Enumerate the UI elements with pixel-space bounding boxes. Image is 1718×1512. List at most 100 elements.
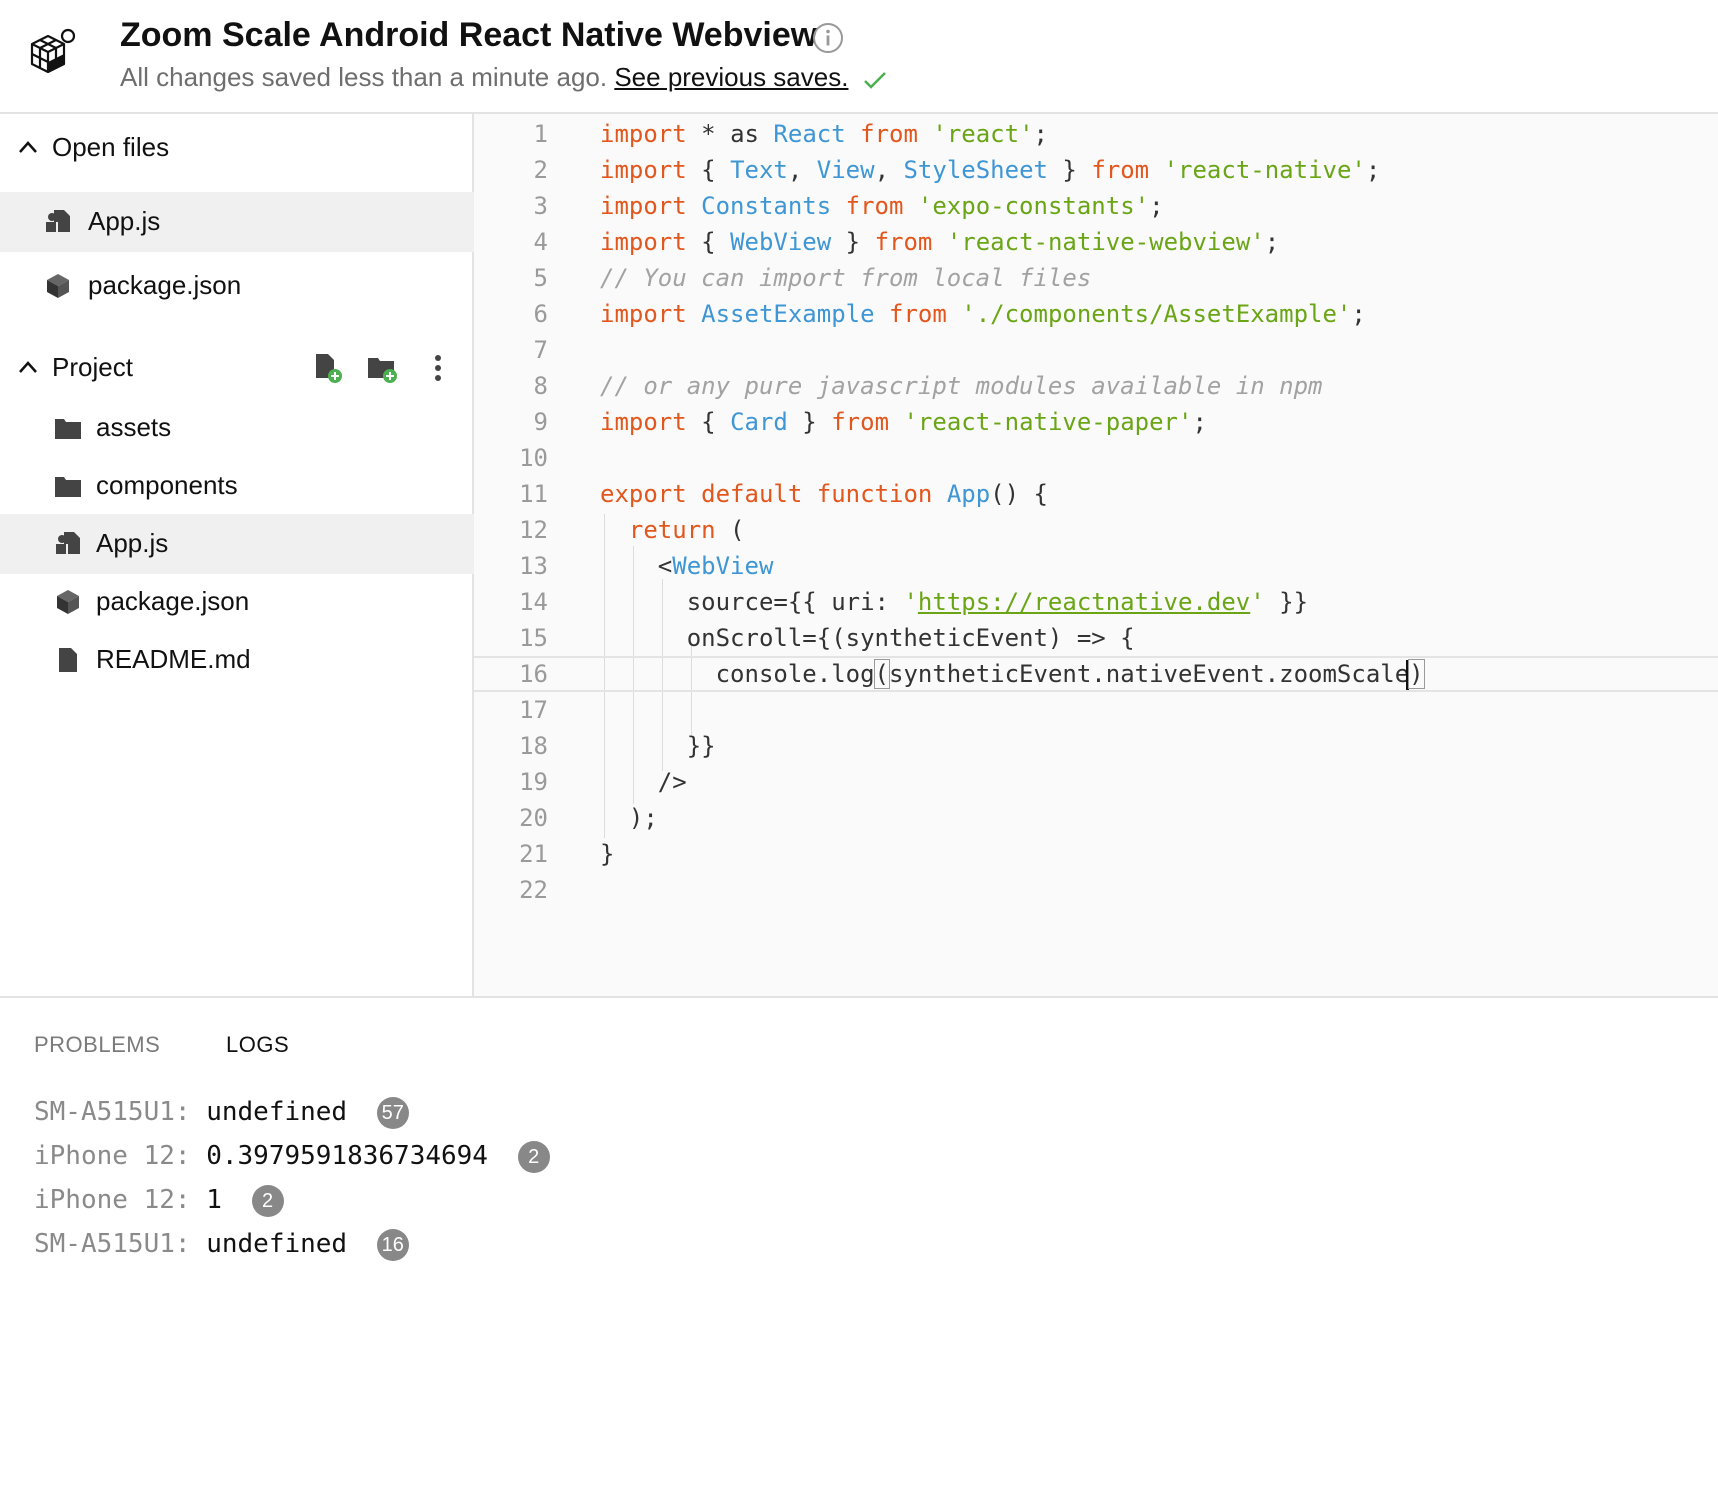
log-device: SM-A515U1: [34,1229,191,1259]
code-token: React [773,120,846,148]
snack-logo-icon[interactable] [24,26,80,82]
code-text: import { Text, View, StyleSheet } from '… [600,152,1380,188]
code-line[interactable]: 2 import { Text, View, StyleSheet } from … [474,152,1718,188]
log-value: 1 [206,1185,222,1215]
line-number: 12 [519,516,548,544]
line-number: 4 [533,228,548,256]
code-line[interactable]: 18 }} [474,728,1718,764]
code-token: ) [1408,659,1425,689]
code-token: View [816,156,875,184]
package-icon [47,274,69,298]
page-title: Zoom Scale Android React Native Webview [120,16,818,54]
code-token: WebView [672,552,774,580]
tree-item-components[interactable]: components [0,456,474,516]
code-token: } [831,228,875,256]
previous-saves-link[interactable]: See previous saves. [614,62,848,92]
tree-item-label: assets [96,412,172,442]
code-line[interactable]: 1 import * as React from 'react'; [474,116,1718,152]
log-count-badge: 2 [251,1184,284,1217]
tree-item-package-json[interactable]: package.json [0,572,474,632]
new-folder-icon[interactable] [366,352,398,384]
code-line[interactable]: 17 [474,692,1718,728]
code-line[interactable]: 11 export default function App() { [474,476,1718,512]
code-text: }} [600,728,716,764]
code-line[interactable]: 12 return ( [474,512,1718,548]
code-token: import [600,408,687,436]
code-token: ; [1264,228,1280,256]
tab-logs[interactable]: LOGS [226,1032,289,1058]
line-number: 9 [533,408,548,436]
code-line[interactable]: 19 /> [474,764,1718,800]
code-token: source={{ uri: [600,588,904,616]
code-line[interactable]: 13 <WebView [474,548,1718,584]
code-text: <WebView [600,548,774,584]
open-file-item-app-js[interactable]: App.js [0,192,474,252]
log-device: iPhone 12: [34,1185,191,1215]
app-header: Zoom Scale Android React Native Webview … [0,0,1718,114]
code-token: App [946,480,991,508]
code-token: } [1047,156,1092,184]
code-token: , [787,156,817,184]
save-status: All changes saved less than a minute ago… [120,62,888,93]
code-token: ' [1250,588,1265,616]
code-token: /> [600,768,687,796]
code-token: 'react-native-webview' [946,228,1265,256]
code-line[interactable]: 21} [474,836,1718,872]
line-number: 3 [533,192,548,220]
code-line[interactable]: 6 import AssetExample from './components/… [474,296,1718,332]
line-number: 15 [519,624,548,652]
code-line[interactable]: 14 source={{ uri: 'https://reactnative.d… [474,584,1718,620]
code-token: WebView [730,228,832,256]
line-number: 18 [519,732,548,760]
code-token: from [874,228,933,256]
code-line[interactable]: 5 // You can import from local files [474,260,1718,296]
package-icon [57,590,79,614]
code-text: source={{ uri: 'https://reactnative.dev'… [600,584,1308,620]
code-text: // You can import from local files [600,260,1091,296]
code-line[interactable]: 22 [474,872,1718,908]
line-number: 7 [533,336,548,364]
code-line[interactable]: 16 console.log(syntheticEvent.nativeEven… [474,656,1718,692]
code-token: { [686,228,731,256]
code-token: ; [1033,120,1048,148]
tab-problems[interactable]: PROBLEMS [34,1032,160,1058]
log-entry: iPhone 12: 0.3979591836734694 2 [34,1136,550,1176]
code-text: import AssetExample from './components/A… [600,296,1366,332]
open-file-item-package-json[interactable]: package.json [0,256,474,316]
tree-item-assets[interactable]: assets [0,398,474,458]
code-line[interactable]: 8 // or any pure javascript modules avail… [474,368,1718,404]
code-token: from [1091,156,1150,184]
open-files-section-header[interactable]: Open files [0,120,474,176]
code-token: StyleSheet [903,156,1048,184]
code-line[interactable]: 4 import { WebView } from 'react-native-w… [474,224,1718,260]
code-line[interactable]: 9 import { Card } from 'react-native-pape… [474,404,1718,440]
code-token[interactable]: https://reactnative.dev [918,588,1250,616]
code-line[interactable]: 20 ); [474,800,1718,836]
info-icon[interactable] [812,22,844,54]
more-vertical-icon[interactable] [422,352,454,384]
code-token: < [600,552,673,580]
open-file-label: App.js [88,206,161,236]
code-line[interactable]: 10 [474,440,1718,476]
code-line[interactable]: 7 [474,332,1718,368]
save-status-text: All changes saved less than a minute ago… [120,62,608,92]
code-text: import { Card } from 'react-native-paper… [600,404,1207,440]
tree-item-readme-md[interactable]: README.md [0,630,474,690]
code-line[interactable]: 15 onScroll={(syntheticEvent) => { [474,620,1718,656]
code-editor[interactable]: 1 import * as React from 'react'; 2 import … [474,114,1718,996]
code-text: console.log(syntheticEvent.nativeEvent.z… [600,658,1425,690]
code-line[interactable]: 3 import Constants from 'expo-constants'; [474,188,1718,224]
project-section-header[interactable]: Project [0,340,474,396]
log-value: undefined [206,1229,348,1259]
code-text: // or any pure javascript modules availa… [600,368,1322,404]
tree-item-app-js[interactable]: App.js [0,514,474,574]
open-file-label: package.json [88,270,242,300]
code-text: } [600,836,614,872]
code-token: ( [873,659,891,689]
code-token: () { [990,480,1048,508]
new-file-icon[interactable] [312,352,344,384]
